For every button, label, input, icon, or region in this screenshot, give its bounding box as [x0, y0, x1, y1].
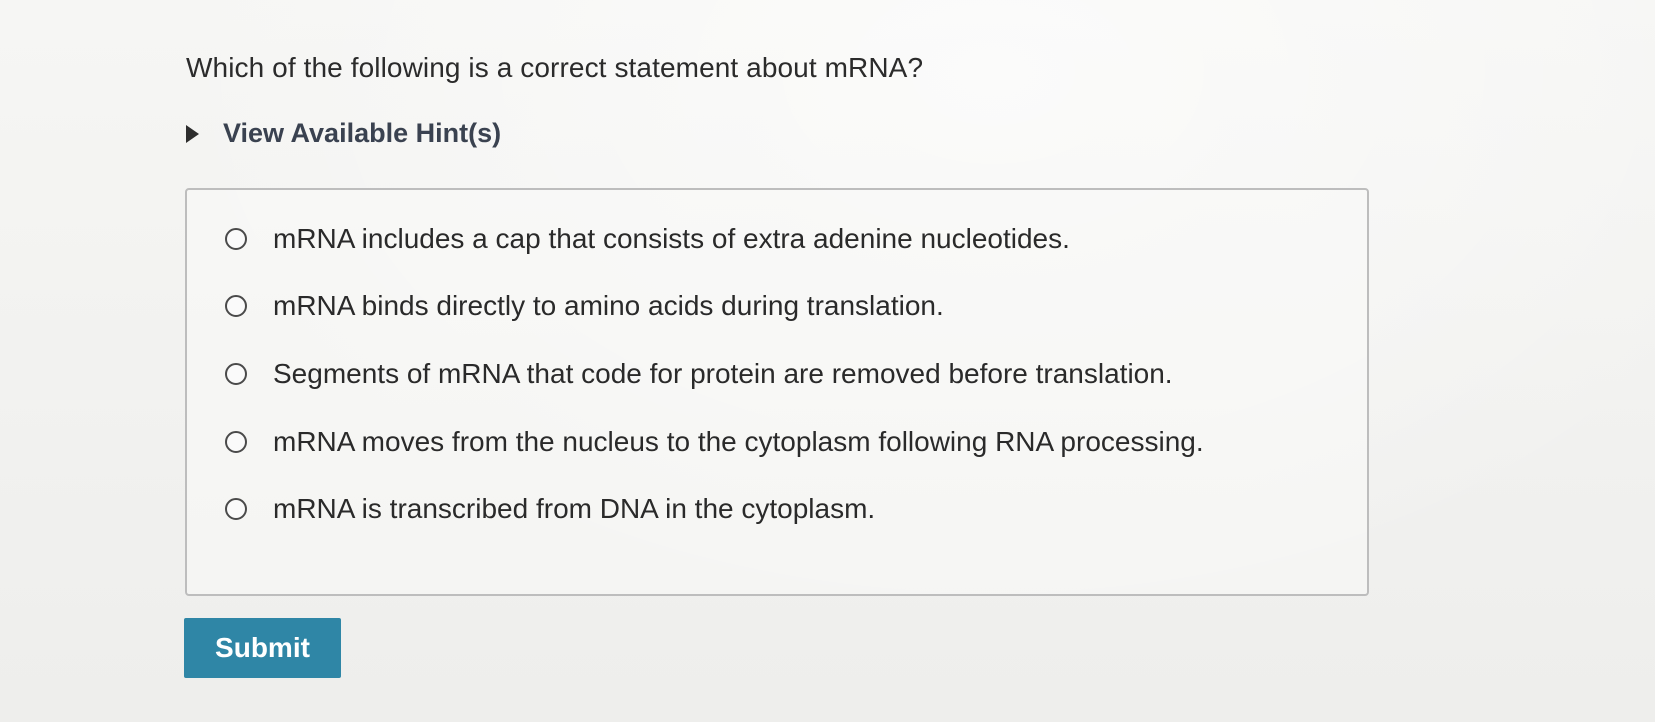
choice-label: mRNA is transcribed from DNA in the cyto…	[273, 493, 876, 524]
question-text: Which of the following is a correct stat…	[186, 52, 924, 83]
choice-4[interactable]: mRNA moves from the nucleus to the cytop…	[225, 426, 1204, 458]
choice-label: Segments of mRNA that code for protein a…	[273, 358, 1173, 389]
choice-5[interactable]: mRNA is transcribed from DNA in the cyto…	[225, 493, 875, 525]
submit-button[interactable]: Submit	[184, 618, 341, 678]
radio-button[interactable]	[225, 228, 247, 250]
view-hints-toggle[interactable]: View Available Hint(s)	[186, 118, 501, 149]
choice-3[interactable]: Segments of mRNA that code for protein a…	[225, 358, 1173, 390]
radio-button[interactable]	[225, 295, 247, 317]
choice-label: mRNA moves from the nucleus to the cytop…	[273, 426, 1204, 457]
caret-right-icon	[186, 124, 199, 143]
choice-label: mRNA binds directly to amino acids durin…	[273, 290, 944, 321]
radio-button[interactable]	[225, 431, 247, 453]
radio-button[interactable]	[225, 498, 247, 520]
choice-1[interactable]: mRNA includes a cap that consists of ext…	[225, 223, 1070, 255]
answer-choices: mRNA includes a cap that consists of ext…	[185, 188, 1369, 596]
radio-button[interactable]	[225, 363, 247, 385]
choice-2[interactable]: mRNA binds directly to amino acids durin…	[225, 290, 944, 322]
choice-label: mRNA includes a cap that consists of ext…	[273, 223, 1070, 254]
view-hints-label: View Available Hint(s)	[223, 118, 502, 148]
